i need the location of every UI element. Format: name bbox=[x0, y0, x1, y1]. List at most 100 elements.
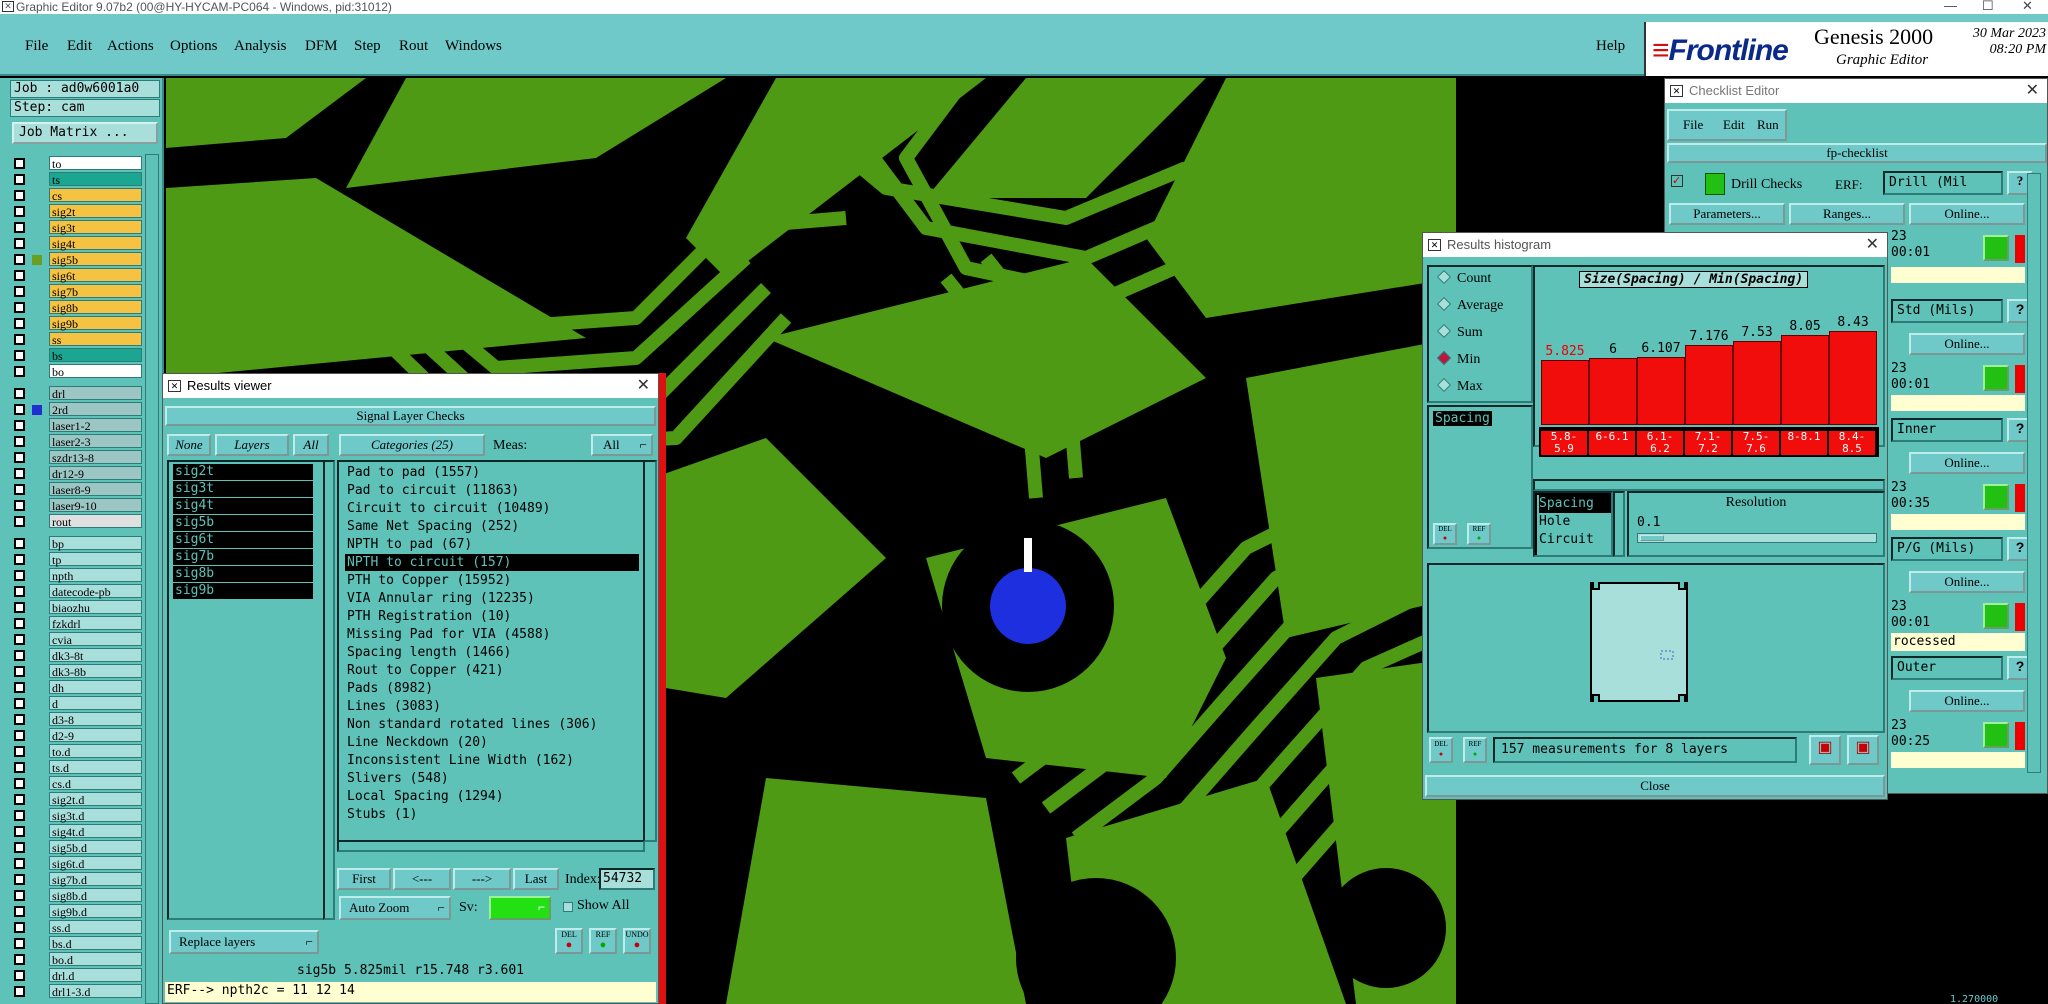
category-item[interactable]: Line Neckdown (20) bbox=[345, 734, 639, 751]
layer-checkbox[interactable] bbox=[14, 334, 25, 345]
category-item[interactable]: NPTH to pad (67) bbox=[345, 536, 639, 553]
layer-checkbox[interactable] bbox=[14, 954, 25, 965]
ranges-button[interactable]: Ranges... bbox=[1789, 203, 1905, 225]
layer-row[interactable]: cs.d bbox=[12, 776, 152, 791]
layer-row[interactable]: sig9b.d bbox=[12, 904, 152, 919]
category-item[interactable]: Pads (8982) bbox=[345, 680, 639, 697]
layer-name[interactable]: cvia bbox=[49, 632, 142, 647]
layer-row[interactable]: laser8-9 bbox=[12, 482, 152, 497]
category-item[interactable]: Non standard rotated lines (306) bbox=[345, 716, 639, 733]
categories-scrollbar[interactable] bbox=[643, 460, 657, 842]
drill-check-toggle[interactable]: ✓ bbox=[1671, 175, 1683, 187]
check-erf-field[interactable]: Outer bbox=[1891, 656, 2003, 680]
histogram-titlebar[interactable]: ✕ Results histogram ✕ bbox=[1423, 233, 1887, 257]
layer-name[interactable]: ts.d bbox=[49, 760, 142, 775]
layer-row[interactable]: to bbox=[12, 156, 152, 171]
measure-list-item[interactable]: Spacing bbox=[1433, 411, 1492, 426]
layer-row[interactable]: sig7b.d bbox=[12, 872, 152, 887]
histogram-hscrollbar[interactable] bbox=[1533, 479, 1885, 491]
zoom-to-layer-icon[interactable]: ▣ bbox=[1847, 735, 1879, 765]
layer-name[interactable]: bs bbox=[49, 348, 142, 363]
layer-checkbox[interactable] bbox=[14, 404, 25, 415]
layer-name[interactable]: to.d bbox=[49, 744, 142, 759]
online-button[interactable]: Online... bbox=[1909, 203, 2025, 225]
category-item[interactable]: Circuit to circuit (10489) bbox=[345, 500, 639, 517]
category-item[interactable]: Same Net Spacing (252) bbox=[345, 518, 639, 535]
layer-checkbox[interactable] bbox=[14, 858, 25, 869]
undo-button[interactable]: UNDO ● bbox=[623, 928, 651, 954]
auto-zoom-dropdown[interactable]: Auto Zoom ⌐ bbox=[339, 896, 451, 920]
layer-name[interactable]: 2rd bbox=[49, 402, 142, 417]
layer-name[interactable]: sig6t bbox=[49, 268, 142, 283]
layer-checkbox[interactable] bbox=[14, 618, 25, 629]
layer-row[interactable]: tp bbox=[12, 552, 152, 567]
layer-row[interactable]: dh bbox=[12, 680, 152, 695]
category-item[interactable]: Spacing length (1466) bbox=[345, 644, 639, 661]
layer-checkbox[interactable] bbox=[14, 538, 25, 549]
layer-name[interactable]: bo bbox=[49, 364, 142, 379]
mode-radio-count[interactable]: Count bbox=[1436, 269, 1491, 287]
layer-row[interactable]: cs bbox=[12, 188, 152, 203]
checklist-menu-run[interactable]: Run bbox=[1757, 117, 1779, 133]
layer-checkbox[interactable] bbox=[14, 874, 25, 885]
online-button[interactable]: Online... bbox=[1909, 333, 2025, 355]
result-layer-item[interactable]: sig3t bbox=[173, 481, 313, 497]
minimize-icon[interactable]: — bbox=[1944, 0, 1957, 13]
layer-name[interactable]: cs bbox=[49, 188, 142, 203]
layer-name[interactable]: d2-9 bbox=[49, 728, 142, 743]
zoom-icon[interactable] bbox=[1983, 484, 2009, 510]
category-item[interactable]: Pad to pad (1557) bbox=[345, 464, 639, 481]
layer-row[interactable]: sig5b.d bbox=[12, 840, 152, 855]
meas-dropdown[interactable]: All ⌐ bbox=[591, 434, 653, 456]
layer-checkbox[interactable] bbox=[14, 206, 25, 217]
layer-checkbox[interactable] bbox=[14, 970, 25, 981]
layer-name[interactable]: bo.d bbox=[49, 952, 142, 967]
layer-name[interactable]: ss bbox=[49, 332, 142, 347]
category-item[interactable]: Rout to Copper (421) bbox=[345, 662, 639, 679]
layer-row[interactable]: drl bbox=[12, 386, 152, 401]
result-layer-item[interactable]: sig8b bbox=[173, 566, 313, 582]
layer-checkbox[interactable] bbox=[14, 484, 25, 495]
layer-name[interactable]: laser9-10 bbox=[49, 498, 142, 513]
layer-checkbox[interactable] bbox=[14, 682, 25, 693]
layer-name[interactable]: sig4t bbox=[49, 236, 142, 251]
layer-name[interactable]: tp bbox=[49, 552, 142, 567]
category-item[interactable]: Pad to circuit (11863) bbox=[345, 482, 639, 499]
result-layer-item[interactable]: sig5b bbox=[173, 515, 313, 531]
layer-checkbox[interactable] bbox=[14, 986, 25, 997]
layer-name[interactable]: to bbox=[49, 156, 142, 171]
layer-name[interactable]: ts bbox=[49, 172, 142, 187]
layer-row[interactable]: sig8b.d bbox=[12, 888, 152, 903]
layer-results-scrollbar[interactable] bbox=[323, 460, 335, 920]
all-button[interactable]: All bbox=[293, 434, 329, 456]
erf-field[interactable]: Drill (Mil bbox=[1883, 171, 2003, 195]
zoom-icon[interactable] bbox=[1983, 365, 2009, 391]
category-item[interactable]: NPTH to circuit (157) bbox=[345, 554, 639, 571]
layer-checkbox[interactable] bbox=[14, 666, 25, 677]
layer-name[interactable]: biaozhu bbox=[49, 600, 142, 615]
categories-button[interactable]: Categories (25) bbox=[339, 434, 485, 456]
job-matrix-button[interactable]: Job Matrix ... bbox=[12, 122, 158, 144]
histogram-bar[interactable] bbox=[1733, 341, 1781, 425]
checklist-menu-edit[interactable]: Edit bbox=[1723, 117, 1745, 133]
layer-row[interactable]: ts bbox=[12, 172, 152, 187]
layer-row[interactable]: datecode-pb bbox=[12, 584, 152, 599]
layer-name[interactable]: bs.d bbox=[49, 936, 142, 951]
layer-checkbox[interactable] bbox=[14, 698, 25, 709]
check-erf-field[interactable]: Std (Mils) bbox=[1891, 299, 2003, 323]
size-type-spacing[interactable]: Spacing bbox=[1539, 495, 1611, 513]
resolution-slider-handle[interactable] bbox=[1640, 535, 1664, 541]
layer-name[interactable]: sig7b.d bbox=[49, 872, 142, 887]
layer-checkbox[interactable] bbox=[14, 222, 25, 233]
layer-checkbox[interactable] bbox=[14, 158, 25, 169]
mode-radio-sum[interactable]: Sum bbox=[1436, 323, 1483, 341]
result-layer-item[interactable]: sig4t bbox=[173, 498, 313, 514]
layer-list-scrollbar[interactable] bbox=[145, 154, 159, 1004]
layer-row[interactable]: drl.d bbox=[12, 968, 152, 983]
layer-checkbox[interactable] bbox=[14, 794, 25, 805]
result-layer-item[interactable]: sig2t bbox=[173, 464, 313, 480]
layer-checkbox[interactable] bbox=[14, 570, 25, 581]
layer-name[interactable]: sig2t bbox=[49, 204, 142, 219]
menu-rout[interactable]: Rout bbox=[399, 38, 428, 55]
layer-name[interactable]: sig2t.d bbox=[49, 792, 142, 807]
